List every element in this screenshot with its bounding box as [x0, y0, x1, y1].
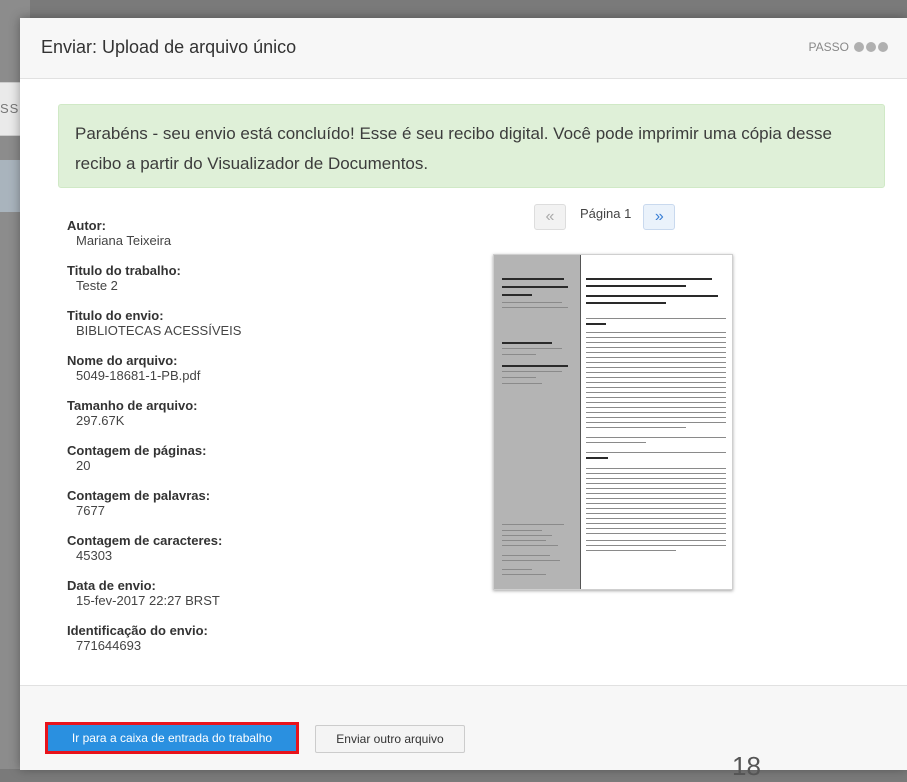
detail-submission-date: Data de envio: 15-fev-2017 22:27 BRST [67, 578, 387, 609]
detail-submission-title: Titulo do envio: BIBLIOTECAS ACESSÍVEIS [67, 308, 387, 339]
detail-word-count: Contagem de palavras: 7677 [67, 488, 387, 519]
detail-label: Contagem de caracteres: [67, 533, 223, 548]
detail-file-name: Nome do arquivo: 5049-18681-1-PB.pdf [67, 353, 387, 384]
submission-details: Autor: Mariana Teixeira Titulo do trabal… [67, 218, 387, 668]
detail-value: 5049-18681-1-PB.pdf [76, 368, 201, 383]
detail-label: Identificação do envio: [67, 623, 208, 638]
detail-label: Contagem de palavras: [67, 488, 211, 503]
detail-file-size: Tamanho de arquivo: 297.67K [67, 398, 387, 429]
detail-label: Data de envio: [67, 578, 156, 593]
detail-label: Nome do arquivo: [67, 353, 178, 368]
next-page-button[interactable]: » [643, 204, 676, 230]
detail-value: Mariana Teixeira [76, 233, 172, 248]
detail-value: 297.67K [76, 413, 125, 428]
detail-page-count: Contagem de páginas: 20 [67, 443, 387, 474]
previous-page-button[interactable]: « [534, 204, 566, 230]
detail-value: BIBLIOTECAS ACESSÍVEIS [76, 323, 242, 338]
success-alert: Parabéns - seu envio está concluído! Ess… [58, 104, 885, 188]
modal-header: Enviar: Upload de arquivo único PASSO [20, 18, 907, 79]
upload-modal: Enviar: Upload de arquivo único PASSO Pa… [20, 18, 907, 770]
modal-footer: Ir para a caixa de entrada do trabalho E… [20, 685, 907, 770]
detail-label: Titulo do envio: [67, 308, 164, 323]
document-pager: « Página 1 » [534, 204, 676, 230]
detail-value: Teste 2 [76, 278, 118, 293]
background-page-number: 18 [732, 751, 761, 781]
detail-label: Titulo do trabalho: [67, 263, 181, 278]
detail-label: Autor: [67, 218, 106, 233]
step-indicator: PASSO [809, 40, 888, 54]
thumbnail-sidebar [494, 255, 581, 589]
detail-character-count: Contagem de caracteres: 45303 [67, 533, 387, 564]
detail-value: 15-fev-2017 22:27 BRST [76, 593, 220, 608]
document-thumbnail[interactable] [493, 254, 733, 590]
detail-value: 20 [76, 458, 91, 473]
go-to-inbox-button[interactable]: Ir para a caixa de entrada do trabalho [45, 722, 299, 754]
step-dot [878, 42, 888, 52]
detail-submission-id: Identificação do envio: 771644693 [67, 623, 387, 654]
step-label: PASSO [808, 40, 849, 54]
step-dots [854, 42, 888, 52]
step-dot [866, 42, 876, 52]
step-dot [854, 42, 864, 52]
detail-value: 45303 [76, 548, 113, 563]
detail-label: Contagem de páginas: [67, 443, 207, 458]
modal-title: Enviar: Upload de arquivo único [41, 37, 297, 57]
detail-label: Tamanho de arquivo: [67, 398, 198, 413]
detail-assignment-title: Titulo do trabalho: Teste 2 [67, 263, 387, 294]
submit-another-file-button[interactable]: Enviar outro arquivo [315, 725, 465, 753]
detail-value: 771644693 [76, 638, 142, 653]
detail-value: 7677 [76, 503, 105, 518]
detail-author: Autor: Mariana Teixeira [67, 218, 387, 249]
page-label: Página 1 [580, 205, 632, 221]
